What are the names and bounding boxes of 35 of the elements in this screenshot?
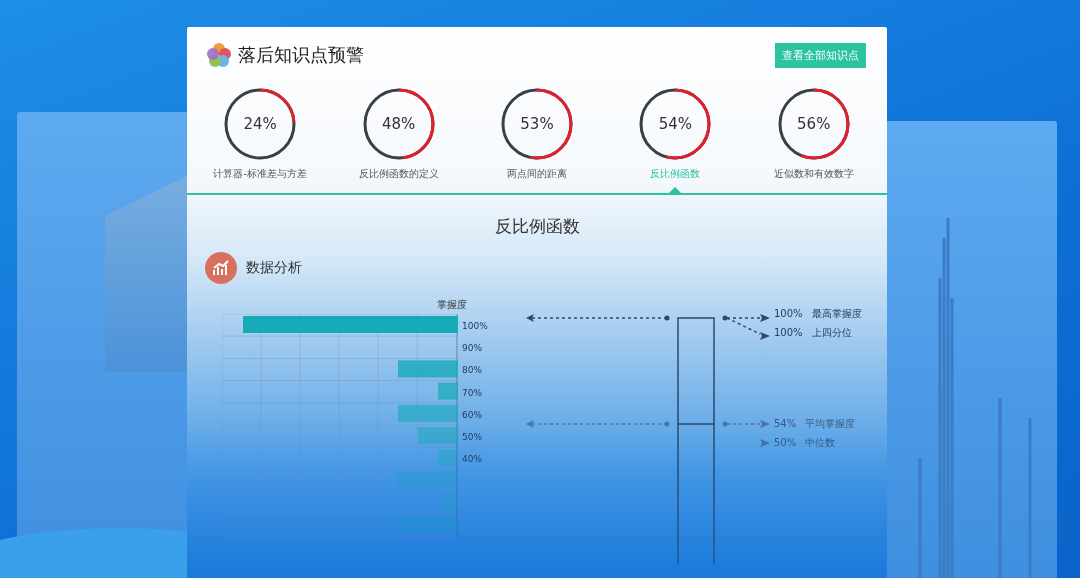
point-marker <box>722 421 728 427</box>
gauge-value: 54% <box>658 115 693 133</box>
axis-label: 50% <box>462 430 483 444</box>
gauge-value: 53% <box>520 115 554 133</box>
gauge-value: 56% <box>797 115 831 133</box>
gauge-value: 48% <box>381 115 416 133</box>
knowledge-tab[interactable]: 两点间的距离 <box>506 167 567 181</box>
axis-label: 80% <box>462 364 483 378</box>
axis-label: 70% <box>462 386 483 400</box>
box-plot-annotation: 100% 上四分位 <box>774 327 853 339</box>
median-line <box>677 423 715 425</box>
chart-icon <box>205 252 237 284</box>
axis-label: 60% <box>462 408 483 422</box>
section-title: 数据分析 <box>246 259 302 277</box>
point-marker <box>722 315 728 321</box>
bar <box>438 382 458 400</box>
panel-title: 落后知识点预警 <box>238 43 364 67</box>
point-marker <box>664 315 670 321</box>
point-marker <box>664 421 670 427</box>
gauge-value: 24% <box>243 115 277 133</box>
box-plot-annotation: 50% 中位数 <box>774 437 837 449</box>
knowledge-tab[interactable]: 反比例函数的定义 <box>358 167 439 181</box>
flower-logo-icon <box>206 42 232 68</box>
knowledge-tab[interactable]: 计算器-标准差与方差 <box>213 167 307 181</box>
axis-title: 掌握度 <box>437 298 468 312</box>
box-plot-annotation: 100% 最高掌握度 <box>774 308 862 320</box>
knowledge-tab[interactable]: 近似数和有效数字 <box>773 167 854 181</box>
dashed-arrow <box>726 420 770 428</box>
axis-label: 100% <box>462 320 488 333</box>
detail-title: 反比例函数 <box>493 215 581 238</box>
bar <box>398 360 458 378</box>
box-plot-annotation: 54% 平均掌握度 <box>774 418 857 430</box>
bar <box>398 404 458 422</box>
axis-label: 90% <box>462 342 483 356</box>
axis-label: 40% <box>462 453 483 467</box>
